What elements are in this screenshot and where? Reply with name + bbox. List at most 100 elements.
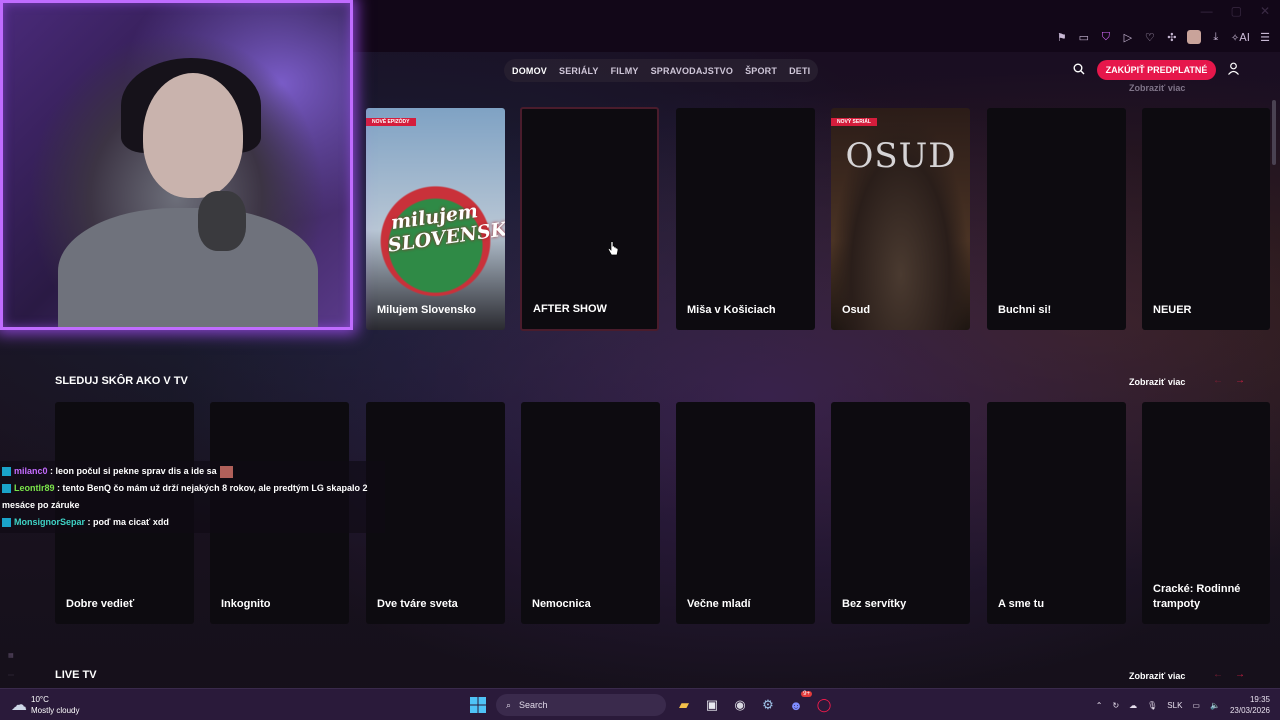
- card-title: Cracké: Rodinné trampoty: [1153, 583, 1241, 610]
- show-card[interactable]: NOVÝ SERIÁL OSUD Osud: [831, 108, 970, 330]
- sync-icon[interactable]: ↻: [1112, 701, 1119, 710]
- card-title: NEUER: [1153, 304, 1192, 316]
- opera-icon[interactable]: ◯: [814, 695, 834, 715]
- nav-item-spravodajstvo[interactable]: SPRAVODAJSTVO: [651, 66, 733, 76]
- webcam-figure-body: [58, 208, 318, 327]
- show-card[interactable]: Dve tváre sveta: [366, 402, 505, 624]
- chat-message: MonsignorSepar : poď ma cicať xdd: [2, 514, 383, 531]
- card-title: Dve tváre sveta: [377, 598, 458, 610]
- obs-icon[interactable]: ◉: [730, 695, 750, 715]
- chat-text: : poď ma cicať xdd: [87, 517, 169, 527]
- webcam-figure-face: [143, 73, 243, 198]
- taskbar-search[interactable]: ⌕ Search: [496, 694, 666, 716]
- window-controls: — ▢ ✕: [1201, 4, 1270, 18]
- nav-item-filmy[interactable]: FILMY: [611, 66, 639, 76]
- live-tv-heading: LIVE TV: [55, 669, 97, 681]
- start-icon[interactable]: [468, 695, 488, 715]
- tab-icon[interactable]: ▭: [1077, 31, 1091, 44]
- close-icon[interactable]: ✕: [1260, 4, 1270, 18]
- search-icon: ⌕: [506, 699, 512, 710]
- discord-icon[interactable]: ☻ 9+: [786, 691, 812, 715]
- card-title: Dobre vedieť: [66, 598, 135, 610]
- poster-logo: OSUD: [845, 136, 957, 176]
- weather-condition: Mostly cloudy: [31, 706, 80, 715]
- nav-item-domov[interactable]: DOMOV: [512, 66, 547, 76]
- clock-date: 23/03/2026: [1229, 706, 1270, 715]
- tv-row-heading: SLEDUJ SKÔR AKO V TV: [55, 375, 188, 387]
- show-card[interactable]: A sme tu: [987, 402, 1126, 624]
- card-title: Večne mladí: [687, 598, 751, 610]
- show-card[interactable]: AFTER SHOW: [520, 107, 659, 331]
- steam-icon[interactable]: ⚙: [758, 695, 778, 715]
- card-title: Osud: [842, 304, 871, 316]
- chat-message: Leontlr89 : tento BenQ čo mám už drží ne…: [2, 480, 383, 514]
- ai-icon[interactable]: ✧AI: [1231, 31, 1250, 44]
- cloud-icon: ☁: [11, 697, 27, 714]
- show-card[interactable]: Nemocnica: [521, 402, 660, 624]
- new-series-badge: NOVÝ SERIÁL: [831, 118, 877, 126]
- mic-icon[interactable]: 🎙: [1147, 701, 1157, 710]
- show-card[interactable]: Bez servítky: [831, 402, 970, 624]
- show-card[interactable]: Buchni si!: [987, 108, 1126, 330]
- arrow-left-icon[interactable]: ←: [1213, 669, 1223, 680]
- store-icon[interactable]: ▣: [702, 695, 722, 715]
- arrow-right-icon[interactable]: →: [1235, 375, 1245, 386]
- card-title: Bez servítky: [842, 598, 907, 610]
- show-card[interactable]: NOVÉ EPIZÓDY milujem SLOVENSKO Milujem S…: [366, 108, 505, 330]
- volume-icon[interactable]: 🔈: [1210, 701, 1220, 710]
- show-card[interactable]: Miša v Košiciach: [676, 108, 815, 330]
- shield-icon[interactable]: ⛉: [1099, 31, 1113, 44]
- maximize-icon[interactable]: ▢: [1231, 4, 1242, 18]
- live-tv-arrows: ← →: [1213, 669, 1245, 680]
- nav-item-sport[interactable]: ŠPORT: [745, 66, 777, 76]
- nav-item-serialy[interactable]: SERIÁLY: [559, 66, 599, 76]
- taskbar-apps: ⌕ Search ▰ ▣ ◉ ⚙ ☻ 9+ ◯: [468, 691, 834, 716]
- cloud-sync-icon[interactable]: ☁: [1129, 701, 1137, 710]
- file-explorer-icon[interactable]: ▰: [674, 695, 694, 715]
- extension-icon[interactable]: ✣: [1165, 31, 1179, 44]
- top-row-more-link[interactable]: Zobraziť viac: [1129, 83, 1185, 93]
- tv-row-more-link[interactable]: Zobraziť viac: [1129, 377, 1185, 387]
- main-nav: DOMOV SERIÁLY FILMY SPRAVODAJSTVO ŠPORT …: [504, 59, 819, 82]
- card-title: Inkognito: [221, 598, 271, 610]
- arrow-right-icon[interactable]: →: [1235, 669, 1245, 680]
- show-card[interactable]: Cracké: Rodinné trampoty: [1142, 402, 1270, 624]
- show-card[interactable]: NEUER: [1142, 108, 1270, 330]
- tv-row-arrows: ← →: [1213, 375, 1245, 386]
- chevron-up-icon[interactable]: ⌃: [1096, 701, 1103, 710]
- download-icon[interactable]: ⤓: [1209, 31, 1223, 44]
- heart-icon[interactable]: ♡: [1143, 31, 1157, 44]
- menu-icon[interactable]: ☰: [1258, 31, 1272, 44]
- card-title: Miša v Košiciach: [687, 304, 776, 316]
- weather-widget[interactable]: ☁ 10°C Mostly cloudy: [11, 694, 79, 716]
- page-scrollbar[interactable]: [1272, 100, 1276, 165]
- card-title: Buchni si!: [998, 304, 1052, 316]
- card-title: A sme tu: [998, 598, 1045, 610]
- show-card[interactable]: Večne mladí: [676, 402, 815, 624]
- card-title: Milujem Slovensko: [377, 304, 477, 316]
- live-tv-more-link[interactable]: Zobraziť viac: [1129, 671, 1185, 681]
- arrow-left-icon[interactable]: ←: [1213, 375, 1223, 386]
- play-icon[interactable]: ▷: [1121, 31, 1135, 44]
- clock[interactable]: 19:35 23/03/2026: [1230, 694, 1270, 716]
- twitch-icon: [2, 518, 11, 528]
- language-indicator[interactable]: SLK: [1167, 701, 1182, 710]
- weather-temperature: 10°C: [31, 695, 49, 704]
- taskbar: ☁ 10°C Mostly cloudy ⌕ Search ▰ ▣ ◉ ⚙ ☻ 9…: [0, 688, 1280, 720]
- card-title: AFTER SHOW: [533, 303, 607, 315]
- poster-logo: milujem SLOVENSKO: [386, 200, 505, 257]
- bookmark-icon[interactable]: ⚑: [1055, 31, 1069, 44]
- avatar[interactable]: [1186, 30, 1201, 44]
- display-icon[interactable]: ▭: [1192, 701, 1200, 710]
- chat-username: milanc0: [14, 466, 48, 476]
- nav-item-deti[interactable]: DETI: [789, 66, 810, 76]
- microphone-icon: [198, 191, 246, 251]
- minimize-icon[interactable]: —: [1201, 4, 1213, 18]
- clock-time: 19:35: [1249, 695, 1270, 704]
- new-episodes-badge: NOVÉ EPIZÓDY: [366, 118, 416, 126]
- taskbar-search-placeholder: Search: [519, 700, 548, 710]
- subscribe-button[interactable]: ZAKÚPIŤ PREDPLATNÉ: [1097, 60, 1216, 80]
- user-icon[interactable]: [1227, 62, 1240, 75]
- search-icon[interactable]: [1073, 63, 1085, 75]
- extension-bar: ⚑ ▭ ⛉ ▷ ♡ ✣ ⤓ ✧AI ☰: [1055, 30, 1272, 44]
